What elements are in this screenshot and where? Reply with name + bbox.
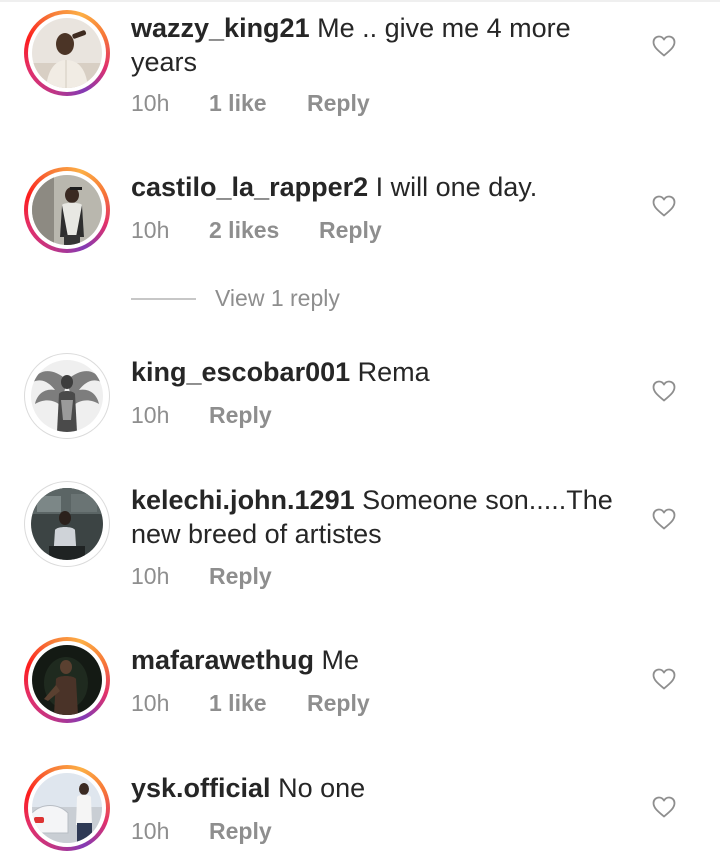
- comment-username[interactable]: ysk.official: [131, 773, 271, 803]
- heart-outline-icon[interactable]: [652, 35, 676, 57]
- heart-outline-icon[interactable]: [652, 195, 676, 217]
- avatar[interactable]: [24, 10, 110, 96]
- avatar[interactable]: [24, 167, 110, 253]
- comment-meta: 10h 1 like Reply: [131, 90, 370, 117]
- reply-button[interactable]: Reply: [307, 90, 370, 117]
- comment-meta: 10h Reply: [131, 402, 272, 429]
- avatar-photo: [31, 360, 103, 432]
- avatar-photo: [32, 18, 102, 88]
- avatar-photo: [32, 645, 102, 715]
- heart-outline-icon[interactable]: [652, 380, 676, 402]
- heart-outline-icon[interactable]: [652, 796, 676, 818]
- comment-username[interactable]: king_escobar001: [131, 357, 350, 387]
- comment-text: Me: [314, 645, 360, 675]
- avatar-photo: [32, 175, 102, 245]
- comment-username[interactable]: castilo_la_rapper2: [131, 172, 368, 202]
- avatar[interactable]: [24, 353, 110, 439]
- avatar[interactable]: [24, 481, 110, 567]
- comment-time: 10h: [131, 690, 170, 716]
- comment-likes[interactable]: 2 likes: [209, 217, 319, 244]
- avatar[interactable]: [24, 637, 110, 723]
- comment-username[interactable]: wazzy_king21: [131, 13, 310, 43]
- comment-text: I will one day.: [368, 172, 538, 202]
- avatar-photo: [32, 773, 102, 843]
- avatar[interactable]: [24, 765, 110, 851]
- comment-body: castilo_la_rapper2 I will one day.: [131, 170, 631, 204]
- comment-time: 10h: [131, 90, 170, 116]
- comment-username[interactable]: mafarawethug: [131, 645, 314, 675]
- comment-meta: 10h Reply: [131, 563, 272, 590]
- comment-meta: 10h Reply: [131, 818, 272, 845]
- comment-body: ysk.official No one: [131, 771, 631, 805]
- top-divider: [0, 0, 720, 2]
- comment-time: 10h: [131, 818, 170, 844]
- heart-outline-icon[interactable]: [652, 508, 676, 530]
- comment-text: Rema: [350, 357, 430, 387]
- comment-time: 10h: [131, 563, 170, 589]
- comment-time: 10h: [131, 402, 170, 428]
- comment-body: king_escobar001 Rema: [131, 355, 631, 389]
- reply-button[interactable]: Reply: [209, 402, 272, 429]
- reply-button[interactable]: Reply: [209, 563, 272, 590]
- comment-body: mafarawethug Me: [131, 643, 631, 677]
- reply-button[interactable]: Reply: [307, 690, 370, 717]
- view-replies-label[interactable]: View 1 reply: [215, 285, 340, 312]
- comment-likes[interactable]: 1 like: [209, 690, 307, 717]
- avatar-photo: [31, 488, 103, 560]
- comment-username[interactable]: kelechi.john.1291: [131, 485, 355, 515]
- comment-body: wazzy_king21 Me .. give me 4 more years: [131, 11, 631, 79]
- reply-button[interactable]: Reply: [209, 818, 272, 845]
- comment-likes[interactable]: 1 like: [209, 90, 307, 117]
- view-replies-line: [131, 298, 196, 300]
- comment-text: No one: [270, 773, 366, 803]
- reply-button[interactable]: Reply: [319, 217, 382, 244]
- view-replies-button[interactable]: View 1 reply: [131, 285, 391, 315]
- comment-body: kelechi.john.1291 Someone son.....The ne…: [131, 483, 631, 551]
- comment-time: 10h: [131, 217, 170, 243]
- comment-meta: 10h 1 like Reply: [131, 690, 370, 717]
- heart-outline-icon[interactable]: [652, 668, 676, 690]
- comment-meta: 10h 2 likes Reply: [131, 217, 382, 244]
